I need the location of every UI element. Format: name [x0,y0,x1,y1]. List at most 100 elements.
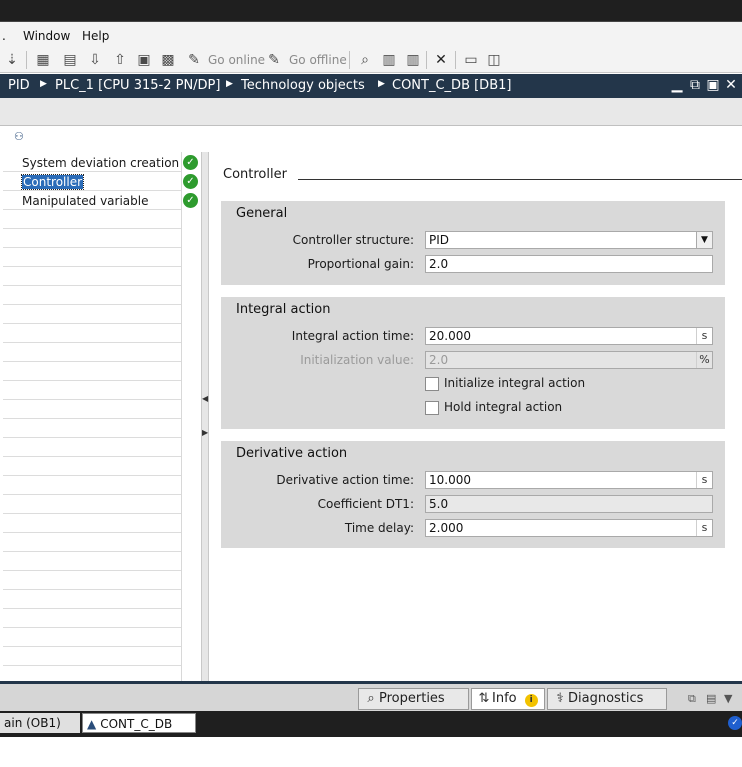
nav-item-system-deviation[interactable]: System deviation creation [22,156,179,170]
empty-area [0,737,742,767]
task-cont-c-db-label: CONT_C_DB [100,717,173,731]
nav-row-line [3,608,181,609]
simulate-icon[interactable]: ▣ [136,52,152,68]
checkmark-icon: ✓ [183,174,198,189]
hold-integral-checkbox[interactable] [425,401,439,415]
group-integral-action: Integral action Integral action time: 20… [221,297,725,429]
checkmark-icon: ✓ [183,193,198,208]
editor-iconbar: ⚇ [0,127,742,151]
derivative-time-input[interactable]: 10.000 s [425,471,713,489]
accessible-devices-icon[interactable]: ⌕ [357,52,373,68]
proportional-gain-input[interactable]: 2.0 [425,255,713,273]
tab-diagnostics-label: Diagnostics [568,691,644,706]
maximize-icon[interactable]: ▣ [706,77,720,93]
nav-row-line [3,646,181,647]
breadcrumb-item-db[interactable]: CONT_C_DB [DB1] [392,78,511,93]
nav-row-line [3,342,181,343]
nav-row-line [3,266,181,267]
task-main-ob1-label: ain (OB1) [4,716,61,730]
controller-structure-select[interactable]: PID ▼ [425,231,713,249]
functional-view-icon[interactable]: ⚇ [14,130,24,143]
toolbar-separator [455,51,456,69]
initialize-integral-label[interactable]: Initialize integral action [444,376,585,390]
cross-reference-icon[interactable]: ▥ [381,52,397,68]
nav-row-line [3,171,181,172]
download-icon[interactable]: ⇣ [4,52,20,68]
tab-properties[interactable]: ⌕ Properties [358,688,469,710]
nav-row-line [3,247,181,248]
info-icon: i [524,694,538,707]
go-offline-button[interactable]: Go offline [289,53,347,67]
tab-diagnostics[interactable]: ⚕ Diagnostics [547,688,667,710]
hold-integral-label[interactable]: Hold integral action [444,400,562,414]
close-icon[interactable]: ✕ [724,77,738,93]
time-delay-label: Time delay: [344,521,414,535]
nav-item-controller[interactable]: Controller [20,174,85,190]
chevron-right-icon: ▶ [378,79,385,89]
technology-object-icon: ▲ [87,717,97,731]
proportional-gain-label: Proportional gain: [307,257,414,271]
go-online-button[interactable]: Go online [208,53,265,67]
task-cont-c-db[interactable]: ▲ CONT_C_DB [82,713,196,733]
split-horizontal-icon[interactable]: ▭ [463,52,479,68]
initialization-value: 2.0 [429,353,449,367]
controller-structure-value: PID [429,233,450,247]
tab-properties-label: Properties [379,691,445,706]
tab-info-label: Info [492,691,517,706]
nav-row-line [3,437,181,438]
integral-time-input[interactable]: 20.000 s [425,327,713,345]
chevron-down-icon[interactable]: ▼ [724,692,732,705]
upload-from-device-icon[interactable]: ⇧ [112,52,128,68]
time-delay-value: 2.000 [429,521,464,535]
minimize-panel-icon[interactable]: ▤ [706,692,716,705]
properties-icon: ⌕ [367,691,375,706]
title-bar [0,0,742,22]
integral-time-unit: s [696,328,712,344]
start-simulation-icon[interactable]: ▩ [160,52,176,68]
derivative-time-value: 10.000 [429,473,471,487]
expand-right-icon[interactable]: ▶ [202,428,208,437]
menu-window[interactable]: Window [23,29,70,43]
task-main-ob1[interactable]: ain (OB1) [0,713,80,733]
compare-icon[interactable]: ▥ [405,52,421,68]
close-x-icon[interactable]: ✕ [433,52,449,68]
go-online-icon[interactable]: ✎ [186,52,202,68]
toolbar-separator [349,51,350,69]
breadcrumb-item-plc[interactable]: PLC_1 [CPU 315-2 PN/DP] [55,78,220,93]
compile-icon[interactable]: ▦ [35,52,51,68]
collapse-left-icon[interactable]: ◀ [202,394,208,403]
initialization-value-label: Initialization value: [300,353,414,367]
initialize-integral-checkbox[interactable] [425,377,439,391]
nav-row-line [3,190,181,191]
coefficient-dt1-label: Coefficient DT1: [317,497,414,511]
chevron-right-icon: ▶ [226,79,233,89]
upload-icon[interactable]: ⇩ [87,52,103,68]
split-vertical-icon[interactable]: ◫ [486,52,502,68]
nav-row-line [3,513,181,514]
breadcrumb: PID ▶ PLC_1 [CPU 315-2 PN/DP] ▶ Technolo… [0,74,742,98]
menu-help[interactable]: Help [82,29,109,43]
restore-icon[interactable]: ⧉ [688,77,702,93]
section-rule [298,179,742,180]
breadcrumb-item-technology-objects[interactable]: Technology objects [241,78,365,93]
integral-time-label: Integral action time: [291,329,414,343]
time-delay-input[interactable]: 2.000 s [425,519,713,537]
nav-item-label: Controller [20,174,85,190]
nav-item-manipulated-variable[interactable]: Manipulated variable [22,194,149,208]
go-offline-icon[interactable]: ✎ [266,52,282,68]
proportional-gain-value: 2.0 [429,257,449,271]
nav-row-line [3,323,181,324]
tab-info[interactable]: ⇅ Info i [471,688,545,710]
nav-row-line [3,456,181,457]
float-window-icon[interactable]: ⧉ [688,692,696,706]
download-to-device-icon[interactable]: ▤ [62,52,78,68]
nav-row-line [3,551,181,552]
breadcrumb-item-project[interactable]: PID [8,78,30,93]
chevron-down-icon[interactable]: ▼ [696,232,712,248]
minimize-icon[interactable]: ▁ [670,77,684,93]
nav-row-line [3,627,181,628]
toolbar-separator [26,51,27,69]
nav-row-line [3,399,181,400]
coefficient-dt1-field: 5.0 [425,495,713,513]
panel-splitter[interactable]: ◀ ▶ [201,152,209,681]
